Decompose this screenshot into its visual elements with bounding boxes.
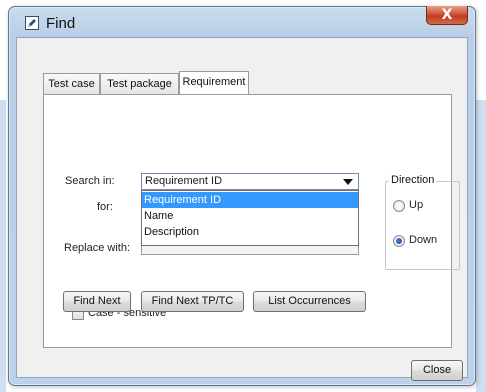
- chevron-down-icon[interactable]: [343, 179, 353, 185]
- option-label: Name: [144, 210, 174, 222]
- tab-label: Requirement: [182, 76, 246, 88]
- list-occurrences-button[interactable]: List Occurrences: [253, 291, 366, 312]
- edit-find-icon: [25, 16, 39, 30]
- dropdown-option-description[interactable]: Description: [142, 224, 358, 240]
- tab-label: Test package: [107, 78, 172, 90]
- search-in-dropdown-list: Requirement ID Name Description: [141, 190, 359, 246]
- desktop-backdrop-left: [0, 0, 6, 392]
- tab-test-package[interactable]: Test package: [100, 73, 179, 94]
- close-window-button[interactable]: X: [426, 6, 468, 25]
- tab-test-case[interactable]: Test case: [43, 73, 100, 94]
- dropdown-option-requirement-id[interactable]: Requirement ID: [142, 192, 358, 208]
- title-bar[interactable]: Find X: [9, 6, 475, 37]
- desktop-backdrop-right: [476, 0, 486, 392]
- find-next-button[interactable]: Find Next: [63, 291, 131, 312]
- replace-with-label: Replace with:: [64, 242, 131, 254]
- radio-down-label[interactable]: Down: [409, 234, 437, 246]
- radio-selected-dot: [396, 238, 402, 244]
- button-label: Find Next TP/TC: [151, 295, 234, 307]
- direction-title: Direction: [389, 174, 437, 186]
- search-in-combobox[interactable]: Requirement ID: [141, 173, 359, 190]
- tab-label: Test case: [48, 78, 95, 90]
- close-icon: X: [441, 7, 453, 23]
- window-title: Find: [46, 15, 76, 32]
- radio-up[interactable]: [393, 200, 405, 212]
- tab-requirement[interactable]: Requirement: [179, 71, 249, 94]
- dialog-client-area: Test case Test package Requirement Searc…: [16, 37, 468, 381]
- dropdown-option-name[interactable]: Name: [142, 208, 358, 224]
- search-in-label: Search in:: [65, 175, 115, 187]
- option-label: Requirement ID: [144, 194, 222, 206]
- button-label: Close: [422, 364, 452, 376]
- radio-down[interactable]: [393, 235, 405, 247]
- find-dialog: Find X Test case Test package Requiremen…: [8, 6, 476, 386]
- button-label: Find Next: [73, 295, 121, 307]
- close-button[interactable]: Close: [411, 360, 463, 381]
- button-label: List Occurrences: [268, 295, 351, 307]
- direction-groupbox: [385, 181, 460, 270]
- find-next-tptc-button[interactable]: Find Next TP/TC: [141, 291, 244, 312]
- option-label: Description: [144, 226, 200, 238]
- radio-up-label[interactable]: Up: [409, 199, 423, 211]
- for-label: for:: [97, 201, 113, 213]
- search-in-value: Requirement ID: [145, 175, 223, 187]
